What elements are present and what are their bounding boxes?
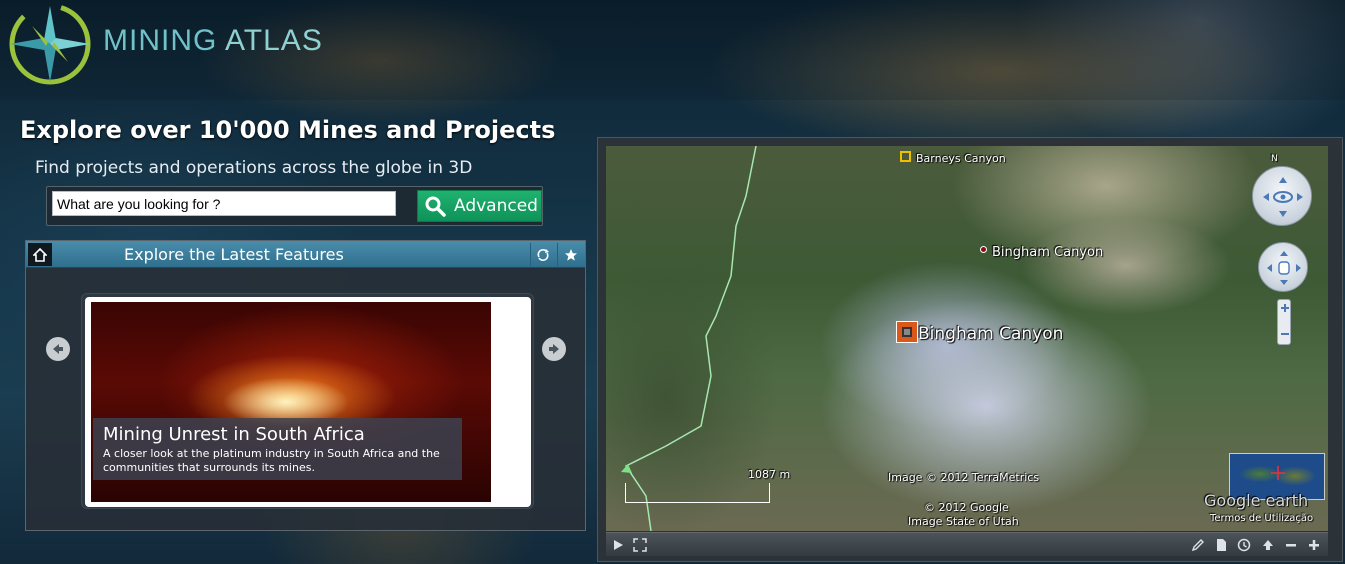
feature-caption: Mining Unrest in South Africa A closer l… (93, 418, 462, 480)
refresh-icon (537, 248, 549, 261)
zoom-out-button[interactable] (1281, 535, 1301, 555)
plus-icon (1309, 540, 1319, 550)
imagery-credit-1: Image © 2012 TerraMetrics (888, 471, 1040, 484)
feature-description: A closer look at the platinum industry i… (103, 447, 440, 474)
terms-link[interactable]: Termos de Utilização (1210, 513, 1313, 524)
scale-bar (625, 483, 770, 503)
arrow-up-icon (1263, 540, 1273, 550)
home-icon (33, 247, 47, 262)
features-panel: Explore the Latest Features Mining Unres… (25, 240, 586, 531)
barneys-canyon-label[interactable]: Barneys Canyon (916, 152, 1006, 165)
clock-icon (1237, 538, 1251, 552)
brand-name[interactable]: MINING ATLAS (103, 24, 323, 58)
pencil-icon (1191, 539, 1204, 552)
search-input[interactable] (52, 191, 396, 216)
feature-card[interactable]: Mining Unrest in South Africa A closer l… (85, 297, 531, 507)
tilt-up-button[interactable] (1258, 535, 1278, 555)
document-button[interactable] (1211, 535, 1231, 555)
bingham-canyon-mine-marker[interactable] (896, 321, 918, 343)
compass-logo-icon[interactable] (2, 0, 94, 88)
history-button[interactable] (1234, 535, 1254, 555)
bingham-canyon-label-big[interactable]: Bingham Canyon (918, 324, 1063, 344)
eye-icon (1263, 177, 1303, 217)
page-headline: Explore over 10'000 Mines and Projects (20, 116, 556, 144)
play-icon (614, 540, 623, 550)
move-control[interactable] (1258, 242, 1308, 292)
bingham-canyon-label-small[interactable]: Bingham Canyon (992, 245, 1103, 260)
favorite-button[interactable] (557, 243, 583, 266)
arrow-right-icon (549, 344, 559, 354)
imagery-credit-3: Image State of Utah (908, 515, 1019, 528)
look-around-control[interactable] (1252, 166, 1312, 226)
zoom-slider[interactable] (1277, 299, 1291, 345)
carousel-next-button[interactable] (542, 337, 566, 361)
compass-north-label: N (1271, 154, 1278, 164)
home-button[interactable] (28, 243, 52, 266)
page-subheadline: Find projects and operations across the … (35, 158, 473, 178)
arrow-left-icon (53, 344, 63, 354)
star-icon (564, 248, 577, 261)
refresh-button[interactable] (530, 243, 555, 266)
imagery-credit-2: © 2012 Google (924, 501, 1009, 514)
zoom-in-button[interactable] (1304, 535, 1324, 555)
search-bar: Advanced (46, 186, 543, 226)
document-icon (1217, 539, 1226, 551)
minus-icon (1286, 544, 1296, 547)
advanced-search-button[interactable]: Advanced (417, 190, 542, 222)
features-title: Explore the Latest Features (124, 245, 344, 264)
play-button[interactable] (608, 535, 628, 555)
search-icon (425, 196, 446, 217)
fullscreen-button[interactable] (630, 535, 650, 555)
brand-part1: MINING (103, 24, 218, 57)
feature-card-frame: Mining Unrest in South Africa A closer l… (81, 293, 534, 509)
google-earth-logo: Google earth (1204, 491, 1309, 510)
fullscreen-icon (633, 538, 647, 552)
zoom-plus-minus-icon (1281, 304, 1289, 335)
feature-title: Mining Unrest in South Africa (103, 424, 365, 445)
map-view[interactable]: Barneys Canyon Bingham Canyon Bingham Ca… (606, 146, 1328, 531)
earth-viewer: Barneys Canyon Bingham Canyon Bingham Ca… (597, 137, 1343, 562)
features-header: Explore the Latest Features (26, 241, 585, 268)
brand-part2: ATLAS (225, 24, 323, 57)
draw-button[interactable] (1188, 535, 1208, 555)
scale-label: 1087 m (748, 468, 791, 481)
hand-icon (1267, 251, 1301, 285)
barneys-canyon-marker[interactable] (900, 151, 911, 162)
bingham-canyon-dot[interactable] (980, 246, 987, 253)
viewer-toolbar (606, 532, 1328, 556)
mine-icon (902, 327, 912, 337)
carousel-prev-button[interactable] (46, 337, 70, 361)
advanced-label: Advanced (454, 196, 538, 216)
feature-image[interactable]: Mining Unrest in South Africa A closer l… (91, 302, 491, 502)
